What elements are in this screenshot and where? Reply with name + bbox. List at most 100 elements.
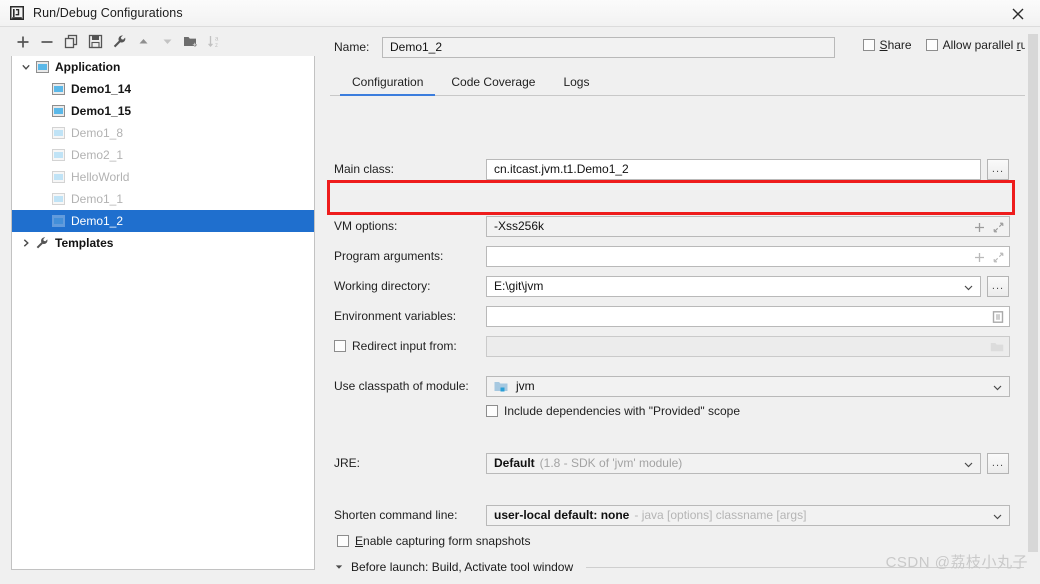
program-arguments-input[interactable] bbox=[486, 245, 1010, 267]
working-directory-label: Working directory: bbox=[334, 279, 431, 293]
tree-group-templates[interactable]: Templates bbox=[12, 232, 314, 254]
working-directory-value: E:\git\jvm bbox=[494, 279, 544, 293]
application-icon bbox=[50, 169, 66, 185]
vertical-scrollbar[interactable] bbox=[1025, 28, 1040, 584]
program-arguments-row: Program arguments: bbox=[334, 245, 1034, 267]
checkbox-box[interactable] bbox=[862, 39, 875, 51]
vm-options-label: VM options: bbox=[334, 219, 398, 233]
tree-item-label: Demo1_8 bbox=[71, 126, 124, 140]
expand-diagonal-icon[interactable] bbox=[993, 222, 1004, 233]
plus-icon[interactable] bbox=[974, 222, 985, 233]
new-folder-button[interactable] bbox=[180, 31, 202, 53]
chevron-down-icon[interactable] bbox=[963, 277, 974, 298]
checkbox-box[interactable] bbox=[337, 535, 349, 547]
working-directory-input[interactable]: E:\git\jvm bbox=[486, 275, 981, 298]
tree-item-label: Demo1_2 bbox=[71, 214, 124, 228]
main-class-row: Main class: cn.itcast.jvm.t1.Demo1_2 ... bbox=[334, 158, 1034, 180]
tree-item-demo2-1[interactable]: Demo2_1 bbox=[12, 144, 314, 166]
run-debug-configurations-dialog: Run/Debug Configurations a z Application… bbox=[0, 0, 1040, 584]
allow-parallel-run-checkbox[interactable]: Allow parallel run bbox=[925, 38, 1034, 52]
move-down-button[interactable] bbox=[156, 31, 178, 53]
jre-hint: (1.8 - SDK of 'jvm' module) bbox=[539, 456, 683, 470]
close-icon[interactable] bbox=[996, 0, 1040, 27]
use-classpath-combo[interactable]: jvm bbox=[486, 375, 1010, 398]
configuration-form: Main class: cn.itcast.jvm.t1.Demo1_2 ...… bbox=[326, 96, 1040, 566]
header-checkboxes: Share Allow parallel run bbox=[862, 38, 1034, 52]
tree-item-label: Demo1_15 bbox=[71, 104, 132, 118]
vm-options-input[interactable]: -Xss256k bbox=[486, 215, 1010, 238]
shorten-command-line-combo[interactable]: user-local default: none - java [options… bbox=[486, 504, 1010, 527]
configurations-panel: a z Application Demo1_14 Demo1_15 Demo1_… bbox=[0, 27, 326, 584]
chevron-right-icon[interactable] bbox=[18, 235, 34, 251]
tree-item-demo1-1[interactable]: Demo1_1 bbox=[12, 188, 314, 210]
vm-options-value: -Xss256k bbox=[494, 219, 545, 233]
remove-configuration-button[interactable] bbox=[36, 31, 58, 53]
jre-label: JRE: bbox=[334, 456, 361, 470]
use-classpath-value: jvm bbox=[516, 379, 535, 393]
jre-combo[interactable]: Default (1.8 - SDK of 'jvm' module) bbox=[486, 452, 981, 475]
chevron-down-icon[interactable] bbox=[992, 377, 1003, 398]
tab-code-coverage[interactable]: Code Coverage bbox=[439, 69, 547, 95]
checkbox-box[interactable] bbox=[925, 39, 938, 51]
environment-variables-input[interactable] bbox=[486, 305, 1010, 328]
scrollbar-thumb[interactable] bbox=[1028, 34, 1038, 552]
configuration-editor-panel: Name: Demo1_2 Share Allow parallel run C… bbox=[326, 27, 1040, 584]
vm-options-field-actions bbox=[974, 217, 1004, 238]
intellij-idea-icon bbox=[9, 5, 25, 21]
share-checkbox[interactable]: Share bbox=[862, 38, 912, 52]
window-title: Run/Debug Configurations bbox=[33, 6, 183, 20]
name-input[interactable]: Demo1_2 bbox=[382, 36, 835, 58]
copy-configuration-button[interactable] bbox=[60, 31, 82, 53]
chevron-down-icon[interactable] bbox=[334, 562, 344, 572]
jre-browse-button[interactable]: ... bbox=[987, 452, 1009, 474]
enable-capturing-checkbox[interactable]: Enable capturing form snapshots bbox=[337, 534, 530, 548]
application-icon bbox=[50, 103, 66, 119]
chevron-down-icon[interactable] bbox=[18, 59, 34, 75]
tree-item-demo1-8[interactable]: Demo1_8 bbox=[12, 122, 314, 144]
tab-configuration[interactable]: Configuration bbox=[340, 69, 436, 96]
environment-variables-row: Environment variables: bbox=[334, 305, 1034, 327]
editor-tabs: Configuration Code Coverage Logs bbox=[330, 69, 1040, 96]
redirect-input-row: Redirect input from: bbox=[334, 335, 1034, 357]
redirect-input-checkbox[interactable]: Redirect input from: bbox=[334, 339, 486, 353]
working-directory-browse-button[interactable]: ... bbox=[987, 275, 1009, 297]
chevron-down-icon[interactable] bbox=[963, 454, 974, 475]
program-arguments-label: Program arguments: bbox=[334, 249, 444, 263]
environment-variables-label: Environment variables: bbox=[334, 309, 457, 323]
tree-item-demo1-14[interactable]: Demo1_14 bbox=[12, 78, 314, 100]
tree-item-label: Demo2_1 bbox=[71, 148, 124, 162]
application-icon bbox=[34, 59, 50, 75]
move-up-button[interactable] bbox=[132, 31, 154, 53]
use-classpath-row: Use classpath of module: jvm bbox=[334, 375, 1034, 397]
redirect-input-field[interactable] bbox=[486, 335, 1010, 358]
tab-logs[interactable]: Logs bbox=[551, 69, 601, 95]
browse-env-icon[interactable] bbox=[992, 307, 1004, 328]
edit-templates-button[interactable] bbox=[108, 31, 130, 53]
expand-diagonal-icon[interactable] bbox=[993, 252, 1004, 263]
checkbox-box[interactable] bbox=[486, 405, 498, 417]
configurations-tree[interactable]: Application Demo1_14 Demo1_15 Demo1_8 De… bbox=[11, 56, 315, 570]
save-configuration-button[interactable] bbox=[84, 31, 106, 53]
window-titlebar: Run/Debug Configurations bbox=[0, 0, 1040, 27]
tree-item-demo1-15[interactable]: Demo1_15 bbox=[12, 100, 314, 122]
add-configuration-button[interactable] bbox=[12, 31, 34, 53]
tree-item-demo1-2[interactable]: Demo1_2 bbox=[12, 210, 314, 232]
main-class-browse-button[interactable]: ... bbox=[987, 158, 1009, 180]
watermark: CSDN @荔枝小丸子 bbox=[885, 554, 1028, 571]
svg-text:a: a bbox=[215, 37, 219, 43]
use-classpath-label: Use classpath of module: bbox=[334, 379, 469, 393]
shorten-command-line-row: Shorten command line: user-local default… bbox=[334, 504, 1034, 526]
sort-configurations-button[interactable]: a z bbox=[204, 31, 226, 53]
tree-item-helloworld[interactable]: HelloWorld bbox=[12, 166, 314, 188]
include-provided-checkbox[interactable]: Include dependencies with "Provided" sco… bbox=[486, 404, 740, 418]
checkbox-box[interactable] bbox=[334, 340, 346, 352]
allow-parallel-run-label: Allow parallel run bbox=[942, 38, 1034, 52]
tree-group-application[interactable]: Application bbox=[12, 56, 314, 78]
working-directory-row: Working directory: E:\git\jvm ... bbox=[334, 275, 1034, 297]
plus-icon[interactable] bbox=[974, 252, 985, 263]
folder-icon[interactable] bbox=[990, 337, 1004, 358]
tree-group-label: Templates bbox=[55, 236, 114, 250]
main-class-input[interactable]: cn.itcast.jvm.t1.Demo1_2 bbox=[486, 158, 981, 180]
chevron-down-icon[interactable] bbox=[992, 506, 1003, 527]
application-icon bbox=[50, 81, 66, 97]
